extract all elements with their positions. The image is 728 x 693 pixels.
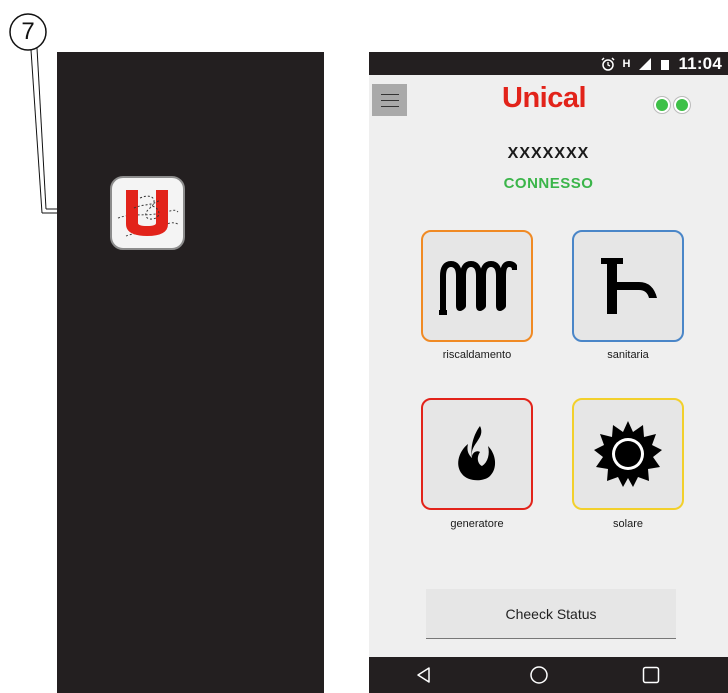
navigation-bar — [369, 657, 728, 693]
unical-app-icon[interactable] — [110, 176, 185, 250]
connection-dot — [654, 97, 670, 113]
check-status-button[interactable]: Cheeck Status — [426, 589, 676, 639]
home-button[interactable] — [509, 657, 569, 693]
home-screen — [57, 52, 324, 693]
clock: 11:04 — [678, 53, 722, 73]
menu-button[interactable] — [372, 84, 407, 116]
tile-label-riscaldamento: riscaldamento — [442, 349, 512, 361]
battery-icon — [661, 59, 670, 70]
connection-dot — [674, 97, 690, 113]
radiator-icon — [439, 261, 517, 315]
sun-icon — [594, 421, 662, 487]
tile-solare[interactable] — [572, 398, 684, 510]
signal-icon — [639, 57, 652, 70]
home-icon — [530, 666, 548, 684]
tile-generatore[interactable] — [421, 398, 533, 510]
tile-label-solare: solare — [613, 518, 643, 530]
status-bar: H 11:04 — [369, 52, 728, 75]
tile-sanitaria[interactable] — [572, 230, 684, 342]
hamburger-line — [380, 105, 399, 107]
hamburger-line — [380, 93, 399, 95]
hamburger-line — [380, 99, 399, 101]
callout-number: 7 — [21, 18, 35, 45]
recents-button[interactable] — [621, 657, 681, 693]
unical-logo: Unical — [502, 82, 587, 114]
tile-riscaldamento[interactable] — [421, 230, 533, 342]
network-type-label: H — [622, 57, 631, 70]
connection-status: CONNESSO — [503, 175, 594, 192]
tile-label-generatore: generatore — [450, 518, 504, 530]
faucet-icon — [601, 258, 657, 314]
back-button[interactable] — [394, 657, 454, 693]
back-icon — [417, 667, 430, 683]
device-name: XXXXXXX — [507, 145, 590, 162]
alarm-icon — [600, 56, 615, 71]
flame-icon — [458, 426, 496, 481]
recents-icon — [642, 666, 660, 684]
app-screen: H 11:04 Unical XXXXXXX CONNESSO riscalda… — [369, 52, 728, 693]
tile-label-sanitaria: sanitaria — [607, 349, 649, 361]
connection-indicators — [654, 97, 690, 113]
